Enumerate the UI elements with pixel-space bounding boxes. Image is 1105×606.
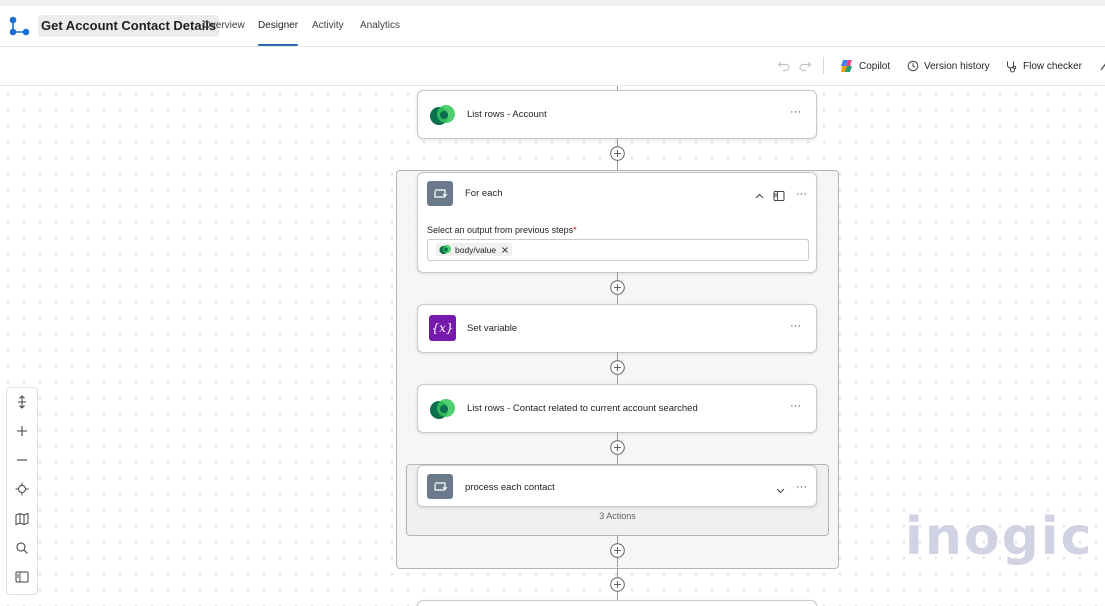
remove-token-icon[interactable] [501, 246, 509, 254]
chevron-down-icon[interactable] [776, 486, 785, 495]
add-step-icon[interactable] [610, 577, 625, 592]
zoom-out-icon[interactable] [14, 452, 30, 468]
action-title: Set variable [467, 323, 518, 334]
add-step-icon[interactable] [610, 360, 625, 375]
more-options-icon[interactable]: ··· [796, 481, 807, 493]
tab-designer[interactable]: Designer [258, 6, 299, 46]
flow-checker-button[interactable]: Flow checker [1005, 47, 1082, 85]
redo-icon[interactable] [797, 58, 813, 74]
actions-count[interactable]: 3 Actions [407, 511, 828, 521]
action-card-list-rows-contact[interactable]: List rows - Contact related to current a… [417, 384, 817, 433]
fit-vertical-icon[interactable] [14, 394, 30, 410]
action-card-for-each[interactable]: For each ··· Select an output from previ… [417, 172, 817, 273]
side-panel-icon[interactable] [14, 569, 30, 585]
tab-overview[interactable]: Overview [203, 6, 245, 46]
dataverse-icon [430, 105, 455, 125]
version-history-label: Version history [924, 60, 990, 72]
add-step-icon[interactable] [610, 146, 625, 161]
action-card-process-each-contact[interactable]: process each contact ··· [417, 465, 817, 507]
add-step-icon[interactable] [610, 440, 625, 455]
panel-icon[interactable] [773, 190, 785, 202]
action-title: For each [465, 188, 503, 199]
more-options-icon[interactable]: ··· [796, 188, 807, 200]
loop-icon [427, 181, 453, 206]
add-step-icon[interactable] [610, 280, 625, 295]
power-automate-logo-icon [9, 16, 30, 36]
more-options-icon[interactable]: ··· [790, 320, 801, 332]
designer-toolbar: Copilot Version history Flow checker [0, 47, 1105, 86]
app-header: Get Account Contact Details Overview Des… [0, 6, 1105, 47]
output-input-field[interactable]: body/value [427, 239, 809, 261]
dataverse-icon [439, 244, 451, 255]
stethoscope-icon [1007, 61, 1017, 72]
flow-title[interactable]: Get Account Contact Details [38, 15, 220, 37]
flow-checker-label: Flow checker [1023, 60, 1082, 72]
canvas-tools [6, 387, 38, 595]
copilot-button[interactable]: Copilot [840, 47, 890, 85]
zoom-in-icon[interactable] [14, 423, 30, 439]
version-history-button[interactable]: Version history [907, 47, 990, 85]
add-step-icon[interactable] [610, 543, 625, 558]
copilot-icon [841, 60, 852, 72]
minimap-icon[interactable] [14, 511, 30, 527]
action-title: List rows - Account [467, 109, 547, 120]
dataverse-icon [430, 399, 455, 419]
tab-analytics[interactable]: Analytics [360, 6, 400, 46]
variable-icon: {x} [429, 315, 456, 341]
more-options-icon[interactable]: ··· [790, 400, 801, 412]
action-title: List rows - Contact related to current a… [467, 403, 698, 414]
more-options-icon[interactable]: ··· [790, 106, 801, 118]
search-icon[interactable] [14, 540, 30, 556]
loop-icon [427, 474, 453, 499]
field-label: Select an output from previous steps* [427, 225, 577, 235]
action-title: process each contact [465, 482, 555, 493]
action-card-list-rows-account[interactable]: List rows - Account ··· [417, 90, 817, 139]
toolbar-separator [823, 57, 824, 74]
token-label: body/value [455, 244, 497, 255]
action-card-next[interactable] [417, 600, 817, 606]
copilot-label: Copilot [859, 60, 891, 72]
chevron-up-icon[interactable] [755, 192, 764, 201]
undo-icon[interactable] [776, 58, 792, 74]
token-body-value[interactable]: body/value [436, 243, 513, 256]
expand-icon[interactable] [1097, 58, 1105, 74]
history-icon [907, 60, 919, 72]
inogic-watermark-logo: inogic [905, 507, 1094, 567]
fit-view-icon[interactable] [14, 481, 30, 497]
action-card-set-variable[interactable]: {x} Set variable ··· [417, 304, 817, 353]
tab-activity[interactable]: Activity [312, 6, 344, 46]
